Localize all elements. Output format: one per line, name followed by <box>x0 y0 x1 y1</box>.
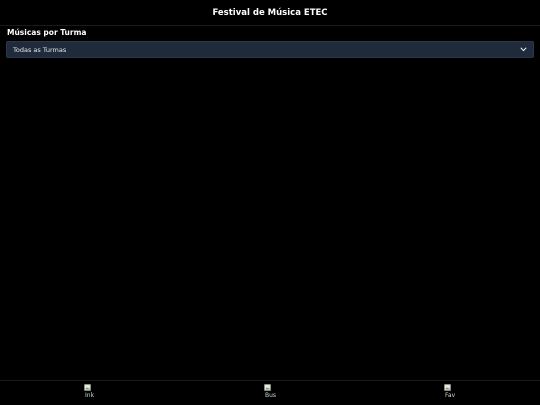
nav-label: Fav <box>445 392 456 399</box>
nav-image: Ink <box>84 384 94 399</box>
bottom-nav: Ink Bus Fav <box>0 380 540 405</box>
nav-item-fav[interactable]: Fav <box>360 381 540 405</box>
page-title: Festival de Música ETEC <box>212 7 328 18</box>
nav-item-ink[interactable]: Ink <box>0 381 180 405</box>
nav-image: Bus <box>264 384 276 399</box>
select-value: Todas as Turmas <box>13 45 67 54</box>
nav-item-bus[interactable]: Bus <box>180 381 360 405</box>
chevron-down-icon <box>519 46 527 54</box>
nav-label: Bus <box>265 392 277 399</box>
broken-image-icon <box>444 384 451 391</box>
app-header: Festival de Música ETEC <box>0 0 540 26</box>
nav-image: Fav <box>444 384 455 399</box>
nav-label: Ink <box>85 392 95 399</box>
turma-filter-select[interactable]: Todas as Turmas <box>6 41 534 58</box>
broken-image-icon <box>84 384 91 391</box>
app-root: Festival de Música ETEC Músicas por Turm… <box>0 0 540 405</box>
section-title: Músicas por Turma <box>7 28 87 37</box>
broken-image-icon <box>264 384 271 391</box>
